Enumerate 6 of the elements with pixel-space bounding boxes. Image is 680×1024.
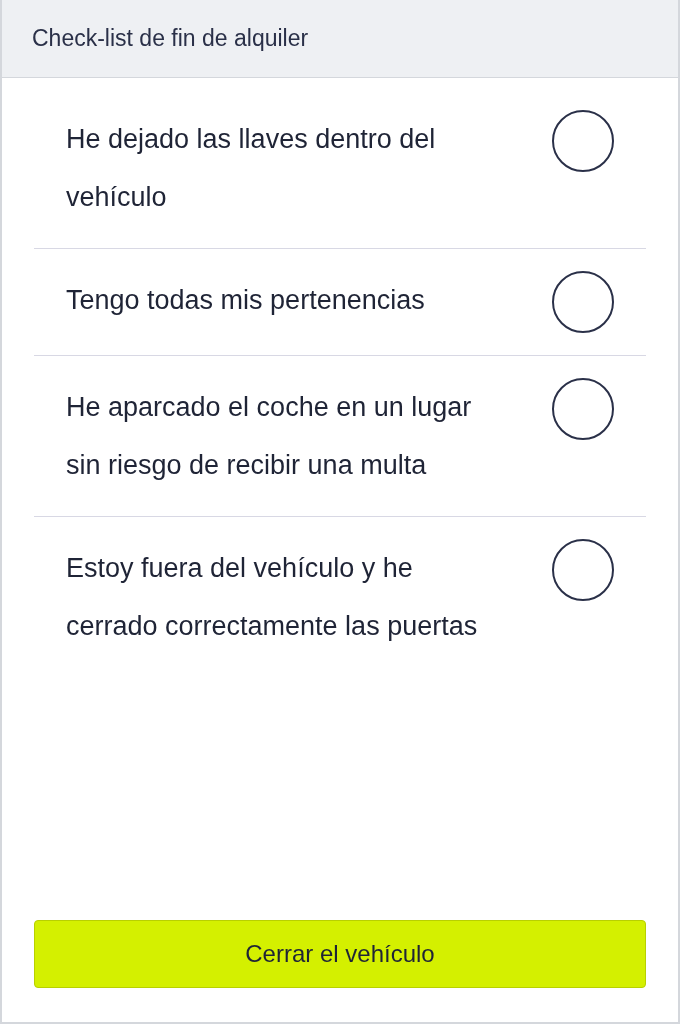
checklist-item-label: Estoy fuera del vehículo y he cerrado correctamente las puertas bbox=[65, 552, 479, 643]
header-title: Check-list de fin de alquiler bbox=[32, 24, 309, 54]
checklist-item-label: He dejado las llaves dentro del vehículo bbox=[65, 123, 437, 214]
close-vehicle-button[interactable]: Cerrar el vehículo bbox=[34, 920, 646, 988]
checklist-item-label: Tengo todas mis pertenencias bbox=[65, 284, 425, 317]
checklist-item-label: He aparcado el coche en un lugar sin riesgo de recibir una multa bbox=[65, 391, 473, 482]
